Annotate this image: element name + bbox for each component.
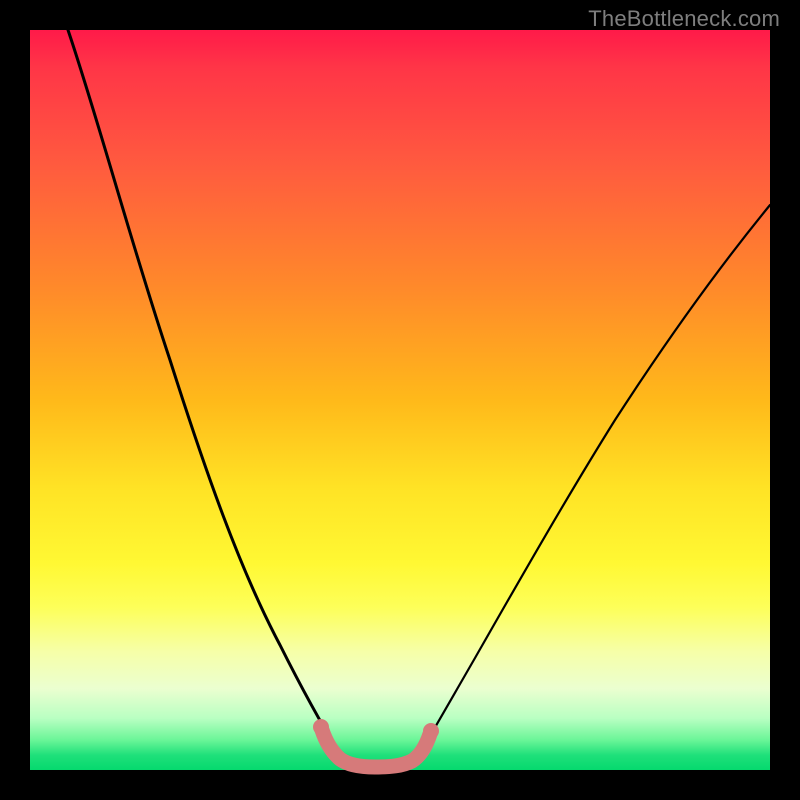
plot-area [30, 30, 770, 770]
curves-svg [30, 30, 770, 770]
valley-marker-dot-left [313, 719, 329, 735]
valley-marker-dot-right [423, 723, 439, 739]
valley-marker [322, 730, 430, 767]
watermark-text: TheBottleneck.com [588, 6, 780, 32]
chart-frame: TheBottleneck.com [0, 0, 800, 800]
right-curve [413, 205, 770, 765]
left-curve [68, 30, 346, 765]
